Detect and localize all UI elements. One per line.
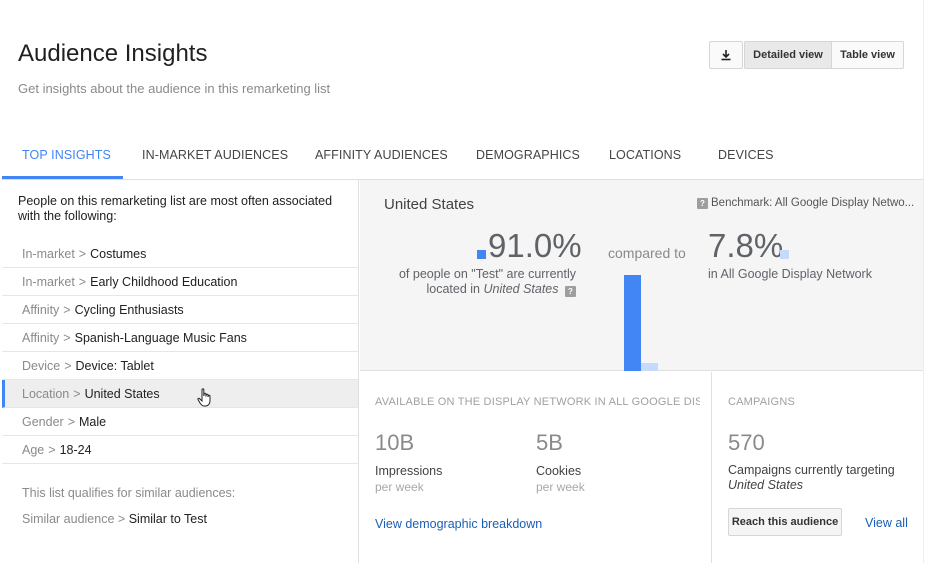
- item-separator: >: [67, 414, 76, 429]
- display-network-stats: AVAILABLE ON THE DISPLAY NETWORK IN ALL …: [360, 372, 712, 563]
- item-category: Location: [22, 386, 70, 401]
- campaigns-desc-line1: Campaigns currently targeting: [728, 463, 895, 477]
- benchmark-label: Benchmark: All Google Display Netwo...: [711, 197, 915, 209]
- table-view-button[interactable]: Table view: [832, 41, 904, 69]
- list-item[interactable]: Age >18-24: [2, 436, 358, 464]
- list-item[interactable]: Gender > Male: [2, 408, 358, 436]
- item-separator: >: [63, 330, 71, 345]
- view-toolbar: Detailed view Table view: [709, 41, 904, 69]
- impressions-label: Impressions: [375, 464, 443, 478]
- compared-to-label: compared to: [608, 245, 686, 261]
- reach-this-audience-button[interactable]: Reach this audience: [728, 508, 842, 536]
- list-item[interactable]: Affinity > Cycling Enthusiasts: [2, 296, 358, 324]
- item-category: In-market: [22, 274, 75, 289]
- help-icon[interactable]: ?: [565, 286, 576, 297]
- insights-intro: People on this remarketing list are most…: [18, 194, 333, 223]
- download-icon: [721, 50, 731, 61]
- campaigns-description: Campaigns currently targeting United Sta…: [728, 463, 895, 493]
- comparison-title: United States: [384, 196, 475, 213]
- list-item[interactable]: In-market > Early Childhood Education: [2, 268, 358, 296]
- item-separator: >: [78, 246, 87, 261]
- page-title: Audience Insights: [18, 40, 208, 67]
- stats-heading: AVAILABLE ON THE DISPLAY NETWORK IN ALL …: [375, 396, 700, 408]
- tab-in-market-audiences[interactable]: IN-MARKET AUDIENCES: [142, 130, 288, 180]
- list-bar: [624, 275, 641, 371]
- benchmark-description: in All Google Display Network: [708, 267, 872, 281]
- cookies-label: Cookies: [536, 464, 582, 478]
- item-value: Early Childhood Education: [90, 274, 238, 289]
- tab-affinity-audiences[interactable]: AFFINITY AUDIENCES: [315, 130, 448, 180]
- similar-audiences-heading: This list qualifies for similar audience…: [22, 486, 236, 500]
- benchmark-selector[interactable]: ? Benchmark: All Google Display Netwo...: [697, 197, 914, 209]
- item-value: Device: Tablet: [75, 358, 154, 373]
- item-value: Male: [79, 414, 107, 429]
- item-category: Age: [22, 442, 45, 457]
- list-description: of people on "Test" are currently locate…: [388, 267, 576, 297]
- hand-pointer-icon: [197, 388, 211, 407]
- item-separator: >: [117, 512, 126, 526]
- list-legend-swatch: [477, 250, 486, 259]
- item-category: In-market: [22, 246, 75, 261]
- list-item-selected[interactable]: Location > United States: [2, 380, 358, 408]
- view-toggle: Detailed view Table view: [744, 41, 904, 69]
- impressions-unit: per week: [375, 480, 424, 494]
- item-value: Cycling Enthusiasts: [74, 302, 184, 317]
- campaigns-panel: CAMPAIGNS 570 Campaigns currently target…: [713, 372, 923, 563]
- campaigns-desc-location: United States: [728, 478, 804, 492]
- top-insights-panel: People on this remarketing list are most…: [2, 180, 359, 563]
- item-separator: >: [64, 358, 72, 373]
- tab-top-insights[interactable]: TOP INSIGHTS: [22, 130, 111, 180]
- similar-audience-item[interactable]: Similar audience > Similar to Test: [22, 512, 207, 526]
- item-value: Similar to Test: [128, 512, 207, 526]
- campaigns-heading: CAMPAIGNS: [728, 396, 795, 408]
- item-value: United States: [84, 386, 160, 401]
- campaigns-count: 570: [728, 430, 765, 455]
- page-subtitle: Get insights about the audience in this …: [18, 81, 331, 96]
- download-button[interactable]: [709, 41, 743, 69]
- item-category: Similar audience: [22, 512, 115, 526]
- active-tab-indicator: [2, 176, 123, 179]
- item-category: Affinity: [22, 330, 60, 345]
- insight-tabs: TOP INSIGHTS IN-MARKET AUDIENCES AFFINIT…: [2, 130, 924, 180]
- item-separator: >: [73, 386, 81, 401]
- item-value: 18-24: [59, 442, 92, 457]
- item-value: Spanish-Language Music Fans: [74, 330, 247, 345]
- list-item[interactable]: In-market > Costumes: [2, 240, 358, 268]
- list-item[interactable]: Affinity > Spanish-Language Music Fans: [2, 324, 358, 352]
- list-desc-line2a: located in: [426, 282, 484, 296]
- item-category: Device: [22, 358, 61, 373]
- location-comparison-panel: United States ? Benchmark: All Google Dis…: [360, 180, 923, 371]
- item-category: Gender: [22, 414, 64, 429]
- view-all-link[interactable]: View all: [865, 516, 908, 530]
- tab-devices[interactable]: DEVICES: [718, 130, 774, 180]
- tab-locations[interactable]: LOCATIONS: [609, 130, 681, 180]
- list-percentage: 91.0%: [488, 227, 582, 264]
- item-separator: >: [63, 302, 71, 317]
- item-separator: >: [48, 442, 56, 457]
- list-item[interactable]: Device > Device: Tablet: [2, 352, 358, 380]
- cookies-value: 5B: [536, 430, 563, 455]
- benchmark-percentage: 7.8%: [708, 227, 784, 264]
- item-separator: >: [78, 274, 87, 289]
- tab-demographics[interactable]: DEMOGRAPHICS: [476, 130, 580, 180]
- benchmark-legend-swatch: [780, 250, 789, 259]
- list-desc-line1: of people on "Test" are currently: [398, 267, 576, 281]
- insights-list: In-market > Costumes In-market > Early Child…: [2, 240, 358, 464]
- benchmark-bar: [641, 363, 658, 371]
- help-icon[interactable]: ?: [697, 197, 708, 209]
- impressions-value: 10B: [375, 430, 415, 455]
- item-category: Affinity: [22, 302, 60, 317]
- cookies-unit: per week: [536, 480, 585, 494]
- list-desc-location: United States: [483, 282, 559, 296]
- detailed-view-button[interactable]: Detailed view: [744, 41, 832, 69]
- view-demographic-breakdown-link[interactable]: View demographic breakdown: [375, 517, 542, 531]
- item-value: Costumes: [90, 246, 147, 261]
